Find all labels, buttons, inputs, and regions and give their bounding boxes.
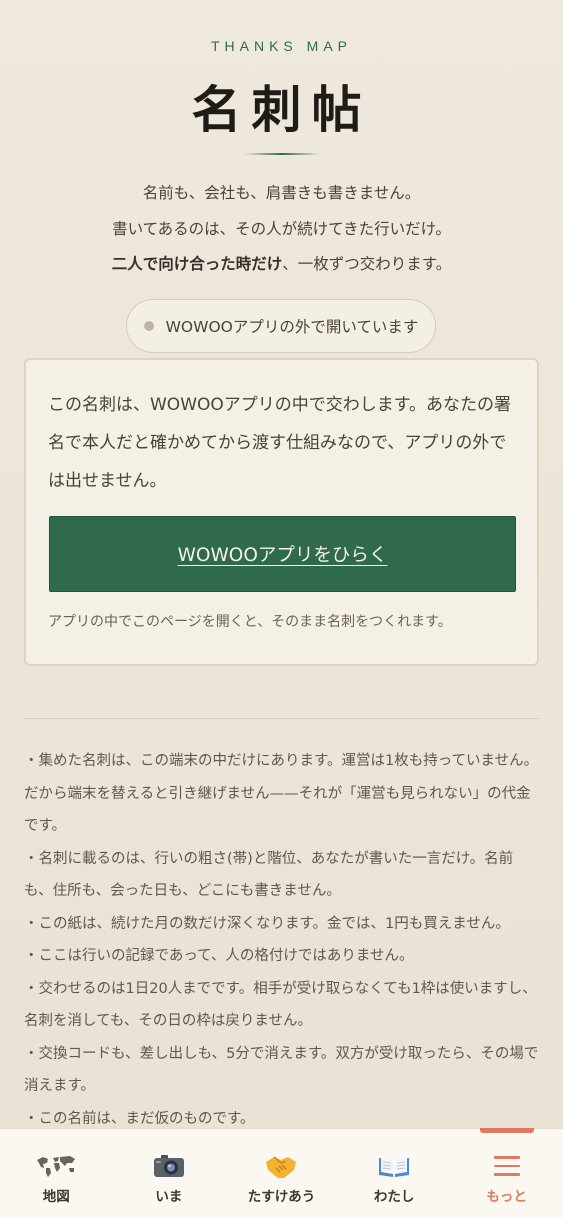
- open-in-app-card: この名刺は、WOWOOアプリの中で交わします。あなたの署名で本人だと確かめてから…: [24, 358, 539, 666]
- open-book-icon: [377, 1151, 411, 1181]
- note-item: ・この紙は、続けた月の数だけ深くなります。金では、1円も買えません。: [24, 915, 510, 932]
- page-kicker: THANKS MAP: [210, 38, 352, 54]
- tab-label: たすけあう: [247, 1189, 316, 1205]
- tab-label: わたし: [373, 1189, 415, 1205]
- tab-label: もっと: [486, 1189, 527, 1205]
- card-body-text: この名刺は、WOWOOアプリの中で交わします。あなたの署名で本人だと確かめてから…: [48, 395, 512, 491]
- card-note: アプリの中でこのページを開くと、そのまま名刺をつくれます。: [48, 614, 452, 630]
- tab-help[interactable]: たすけあう: [225, 1129, 338, 1218]
- section-divider: [24, 718, 539, 719]
- menu-icon-bars: [493, 1156, 520, 1176]
- intro-line-3-rest: 、一枚ずつ交わります。: [282, 255, 452, 273]
- open-app-button[interactable]: WOWOOアプリをひらく: [49, 516, 516, 592]
- note-item: ・この名前は、まだ仮のものです。: [24, 1110, 255, 1127]
- menu-icon: [493, 1151, 520, 1181]
- intro-text: 名前も、会社も、肩書きも書きません。 書いてあるのは、その人が続けてきた行いだけ…: [0, 176, 563, 283]
- handshake-icon: [264, 1151, 298, 1181]
- status-pill: WOWOOアプリの外で開いています: [126, 299, 436, 353]
- title-divider: [244, 153, 320, 155]
- page-title: 名刺帖: [191, 80, 372, 139]
- note-item: ・交わせるのは1日20人までです。相手が受け取らなくても1枠は使いますし、名刺を…: [24, 980, 537, 1030]
- bottom-tab-bar: 地図 いま たすけあう わたし もっと: [0, 1128, 563, 1218]
- intro-line-1: 名前も、会社も、肩書きも書きません。: [142, 184, 421, 202]
- intro-line-3-emphasis: 二人で向け合った時だけ: [111, 255, 283, 273]
- page-content: THANKS MAP 名刺帖 名前も、会社も、肩書きも書きません。 書いてあるの…: [0, 0, 563, 1128]
- note-item: ・名刺に載るのは、行いの粗さ(帯)と階位、あなたが書いた一言だけ。名前も、住所も…: [24, 850, 514, 900]
- tab-more[interactable]: もっと: [450, 1129, 563, 1218]
- note-item: ・交換コードも、差し出しも、5分で消えます。双方が受け取ったら、その場で消えます…: [24, 1045, 539, 1095]
- tab-me[interactable]: わたし: [338, 1129, 451, 1218]
- tab-label: いま: [155, 1189, 183, 1205]
- world-map-icon: [34, 1151, 78, 1181]
- intro-line-2: 書いてあるのは、その人が続けてきた行いだけ。: [112, 219, 451, 238]
- tab-label: 地図: [42, 1189, 70, 1205]
- note-item: ・集めた名刺は、この端末の中だけにあります。運営は1枚も持っていません。だから端…: [24, 753, 539, 834]
- camera-icon: [152, 1151, 186, 1181]
- intro-line-3: 二人で向け合った時だけ、一枚ずつ交わります。: [0, 247, 563, 283]
- note-item: ・ここは行いの記録であって、人の格付けではありません。: [24, 948, 414, 964]
- status-pill-label: WOWOOアプリの外で開いています: [165, 318, 419, 336]
- tab-now[interactable]: いま: [113, 1129, 226, 1218]
- notes-list: ・集めた名刺は、この端末の中だけにあります。運営は1枚も持っていません。だから端…: [24, 745, 539, 1128]
- tab-map[interactable]: 地図: [0, 1129, 113, 1218]
- status-dot-icon: [143, 321, 154, 331]
